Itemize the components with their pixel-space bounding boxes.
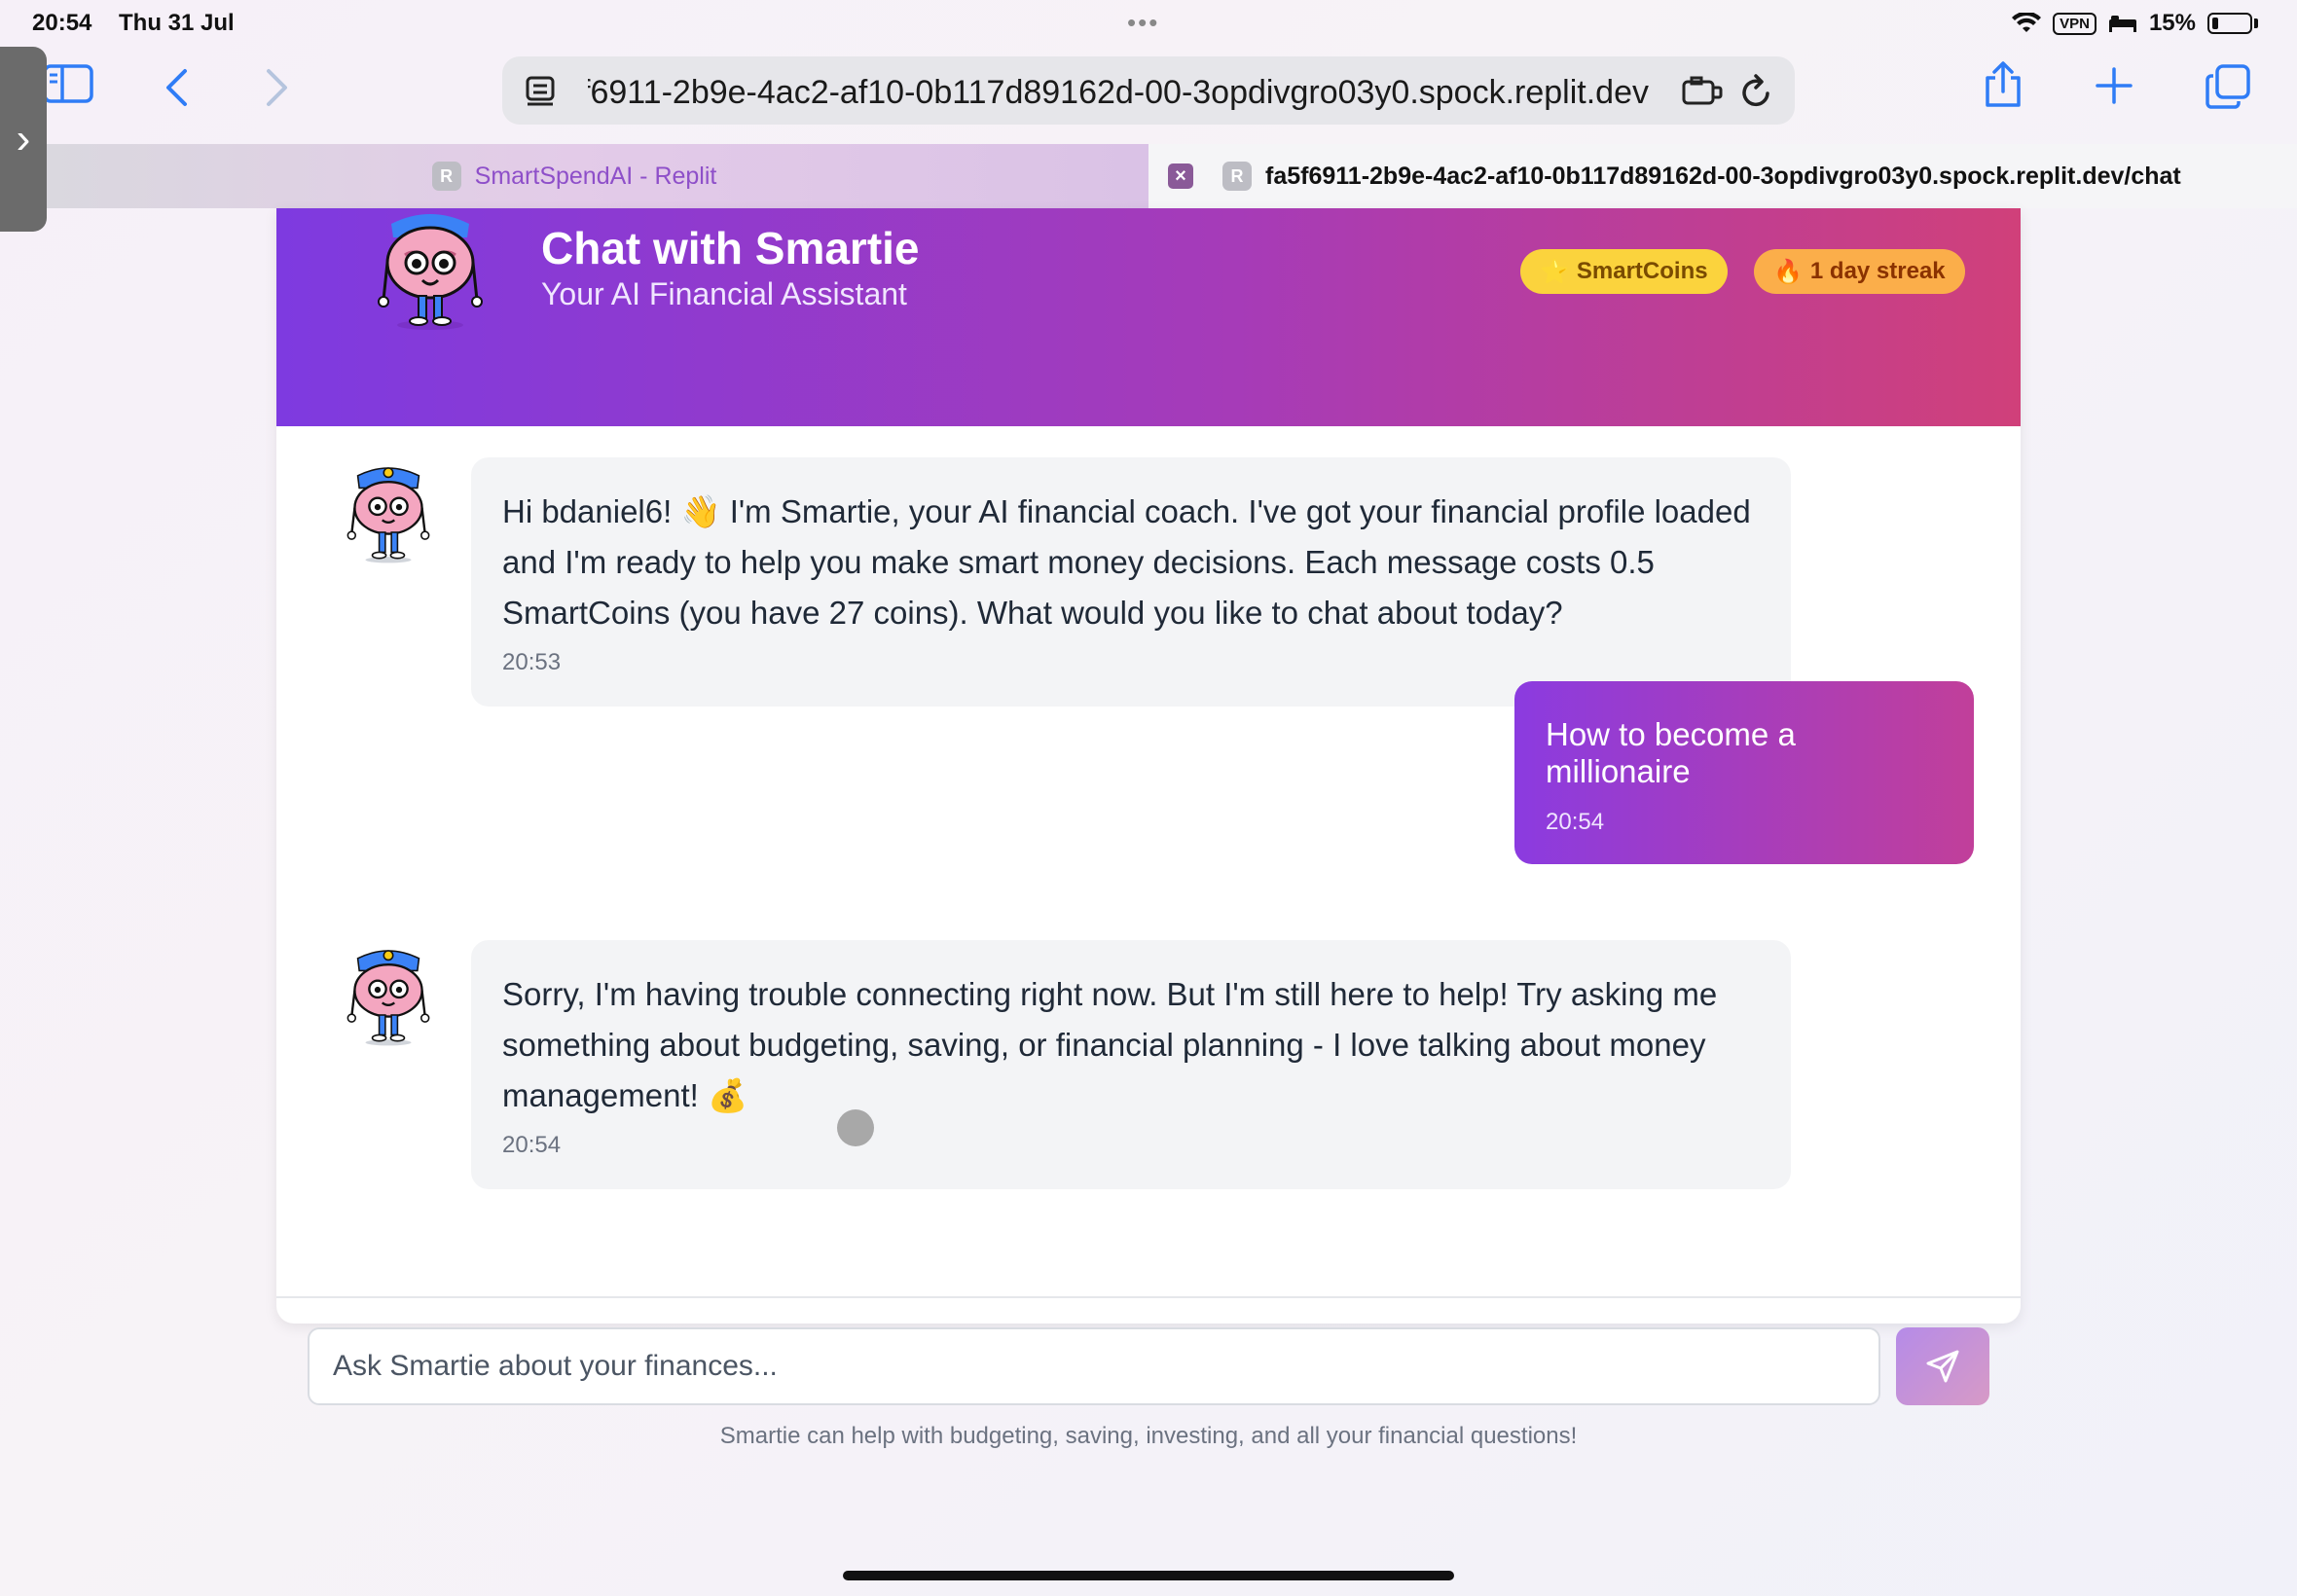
smartcoins-label: SmartCoins: [1576, 258, 1708, 284]
battery-percent: 15%: [2148, 10, 2196, 36]
sidebar-toggle-icon[interactable]: [43, 64, 93, 103]
message-timestamp: 20:54: [502, 1132, 562, 1158]
back-chevron-icon[interactable]: [164, 68, 189, 107]
browser-toolbar: fa5f6911-2b9e-4ac2-af10-0b117d89162d-00-…: [0, 47, 2297, 144]
tab-bar: R SmartSpendAI - Replit × R fa5f6911-2b9…: [0, 144, 2297, 208]
page-title: Chat with Smartie: [541, 223, 920, 273]
chat-message-input[interactable]: [308, 1327, 1880, 1405]
chat-card: Chat with Smartie Your AI Financial Assi…: [276, 208, 2021, 1324]
star-icon: ⭐: [1540, 258, 1569, 285]
replit-favicon: R: [1222, 162, 1252, 191]
footer-hint: Smartie can help with budgeting, saving,…: [719, 1423, 1578, 1449]
tab-smartspendai-replit[interactable]: R SmartSpendAI - Replit: [0, 144, 1148, 208]
address-bar[interactable]: fa5f6911-2b9e-4ac2-af10-0b117d89162d-00-…: [502, 56, 1795, 125]
smartie-avatar: [335, 940, 442, 1052]
status-indicators: VPN 15%: [2012, 10, 2258, 37]
home-indicator[interactable]: [843, 1571, 1454, 1580]
bot-message: Hi bdaniel6! 👋 I'm Smartie, your AI fina…: [471, 457, 1791, 707]
page-menu-icon[interactable]: [526, 76, 559, 107]
streak-badge[interactable]: 🔥 1 day streak: [1754, 249, 1965, 294]
battery-icon: [2207, 13, 2252, 34]
tab-chat-page[interactable]: × R fa5f6911-2b9e-4ac2-af10-0b117d89162d…: [1148, 144, 2297, 208]
reload-icon[interactable]: [1740, 74, 1773, 109]
send-button[interactable]: [1896, 1327, 1989, 1405]
message-list[interactable]: Hi bdaniel6! 👋 I'm Smartie, your AI fina…: [276, 426, 2021, 1322]
touch-pointer-indicator: [837, 1109, 874, 1146]
sleep-bed-icon: [2108, 16, 2136, 32]
forward-chevron-icon[interactable]: [265, 68, 290, 107]
divider: [276, 1296, 2021, 1298]
user-message: How to become a millionaire 20:54: [1514, 681, 1974, 864]
tab-title: SmartSpendAI - Replit: [474, 162, 717, 190]
tab-title: fa5f6911-2b9e-4ac2-af10-0b117d89162d-00-…: [1265, 162, 2181, 190]
tab-close-icon[interactable]: ×: [1168, 163, 1193, 189]
battery-tip: [2254, 18, 2258, 28]
smartie-mascot-avatar: [362, 208, 498, 336]
sidebar-handle-chevron-right-icon[interactable]: ›: [0, 47, 47, 232]
multitasking-dots-icon[interactable]: •••: [1127, 8, 1159, 38]
message-text: Hi bdaniel6! 👋 I'm Smartie, your AI fina…: [502, 493, 1751, 631]
smartie-avatar: [335, 457, 442, 569]
url-text[interactable]: fa5f6911-2b9e-4ac2-af10-0b117d89162d-00-…: [588, 74, 1649, 112]
share-icon[interactable]: [1982, 60, 2024, 109]
message-text: How to become a millionaire: [1546, 716, 1796, 789]
page-subtitle: Your AI Financial Assistant: [541, 276, 907, 311]
status-date: Thu 31 Jul: [119, 10, 235, 36]
message-timestamp: 20:53: [502, 649, 562, 675]
status-bar: 20:54 Thu 31 Jul ••• VPN 15%: [0, 0, 2297, 47]
replit-favicon: R: [431, 162, 461, 191]
message-timestamp: 20:54: [1546, 809, 1605, 835]
message-text: Sorry, I'm having trouble connecting rig…: [502, 976, 1718, 1113]
send-paper-plane-icon: [1926, 1350, 1959, 1383]
bot-message: Sorry, I'm having trouble connecting rig…: [471, 940, 1791, 1189]
vpn-badge: VPN: [2053, 12, 2096, 35]
extension-icon[interactable]: [1682, 76, 1723, 107]
wifi-icon: [2012, 13, 2042, 32]
status-time: 20:54: [32, 10, 92, 36]
chat-header: Chat with Smartie Your AI Financial Assi…: [276, 208, 2021, 426]
tab-overview-icon[interactable]: [2206, 64, 2252, 109]
streak-label: 1 day streak: [1809, 258, 1946, 284]
smartcoins-badge[interactable]: ⭐ SmartCoins: [1520, 249, 1728, 294]
fire-icon: 🔥: [1773, 258, 1803, 285]
new-tab-plus-icon[interactable]: [2095, 66, 2133, 105]
